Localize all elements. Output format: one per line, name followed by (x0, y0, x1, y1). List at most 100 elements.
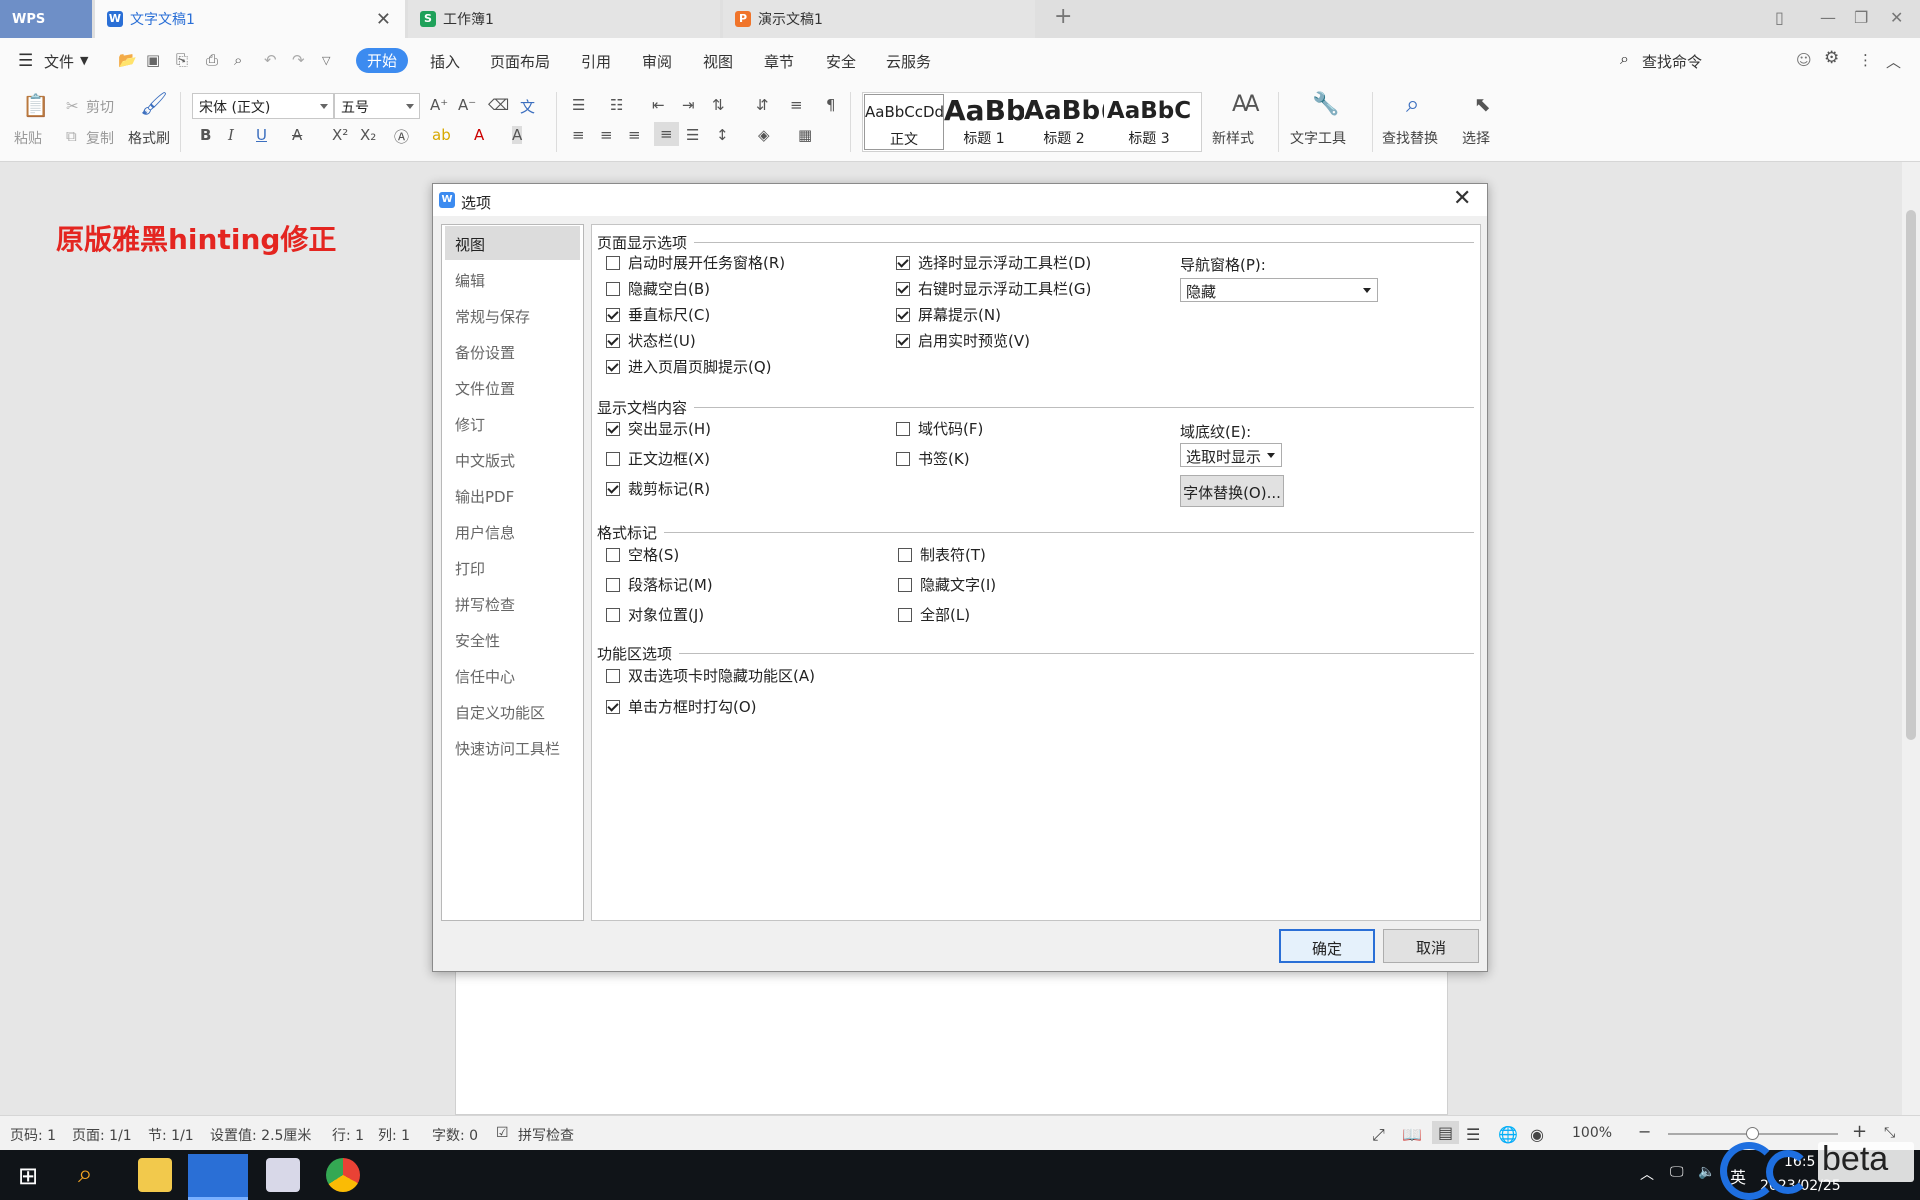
nav-security[interactable]: 安全性 (445, 622, 580, 656)
justify-icon[interactable]: ≡ (654, 122, 679, 146)
pinyin-icon[interactable]: 文 (520, 96, 535, 117)
font-name-select[interactable]: 宋体 (正文) (192, 93, 334, 119)
format-painter-icon[interactable]: 🖌 (140, 92, 168, 117)
border-icon[interactable]: ▦ (798, 126, 812, 144)
checkbox-float-toolbar-right-click[interactable]: 右键时显示浮动工具栏(G) (896, 278, 1091, 299)
field-shading-select[interactable]: 选取时显示 (1180, 443, 1282, 467)
nav-view[interactable]: 视图 (445, 226, 580, 260)
new-style-button[interactable]: 新样式 (1212, 128, 1254, 148)
bullets-icon[interactable]: ☰ (572, 96, 585, 114)
line-spacing-icon[interactable]: ↕ (716, 126, 729, 144)
font-color-icon[interactable]: A (474, 126, 484, 144)
grow-font-icon[interactable]: A⁺ (430, 96, 448, 114)
status-row[interactable]: 行: 1 (332, 1125, 364, 1145)
sort-icon[interactable]: ⇵ (756, 96, 769, 114)
checkbox-dblclick-hide-ribbon[interactable]: 双击选项卡时隐藏功能区(A) (606, 665, 815, 686)
eye-protection-icon[interactable]: ◉ (1530, 1125, 1544, 1144)
checkbox-tab-characters[interactable]: 制表符(T) (898, 544, 986, 565)
search-icon[interactable]: ⌕ (1620, 49, 1629, 69)
status-section[interactable]: 节: 1/1 (148, 1125, 194, 1145)
style-heading-3[interactable]: AaBbC 标题 3 (1106, 94, 1192, 150)
checkbox-field-codes[interactable]: 域代码(F) (896, 418, 983, 439)
nav-revisions[interactable]: 修订 (445, 406, 580, 440)
checkbox-hide-whitespace[interactable]: 隐藏空白(B) (606, 278, 710, 299)
tray-chevron-icon[interactable]: ︿ (1640, 1164, 1654, 1184)
fullscreen-icon[interactable]: ⤢ (1372, 1125, 1385, 1145)
paste-button[interactable]: 粘贴 (14, 128, 42, 148)
web-view-icon[interactable]: 🌐 (1498, 1125, 1518, 1144)
hamburger-icon[interactable]: ☰ (18, 51, 33, 71)
file-explorer-icon[interactable] (138, 1158, 172, 1192)
text-direction-icon[interactable]: ⇅ (712, 96, 725, 114)
checkbox-hidden-text[interactable]: 隐藏文字(I) (898, 574, 996, 595)
save-icon[interactable]: ▣ (146, 51, 160, 69)
magnifier-icon[interactable]: ⌕ (1406, 90, 1419, 118)
align-left-icon[interactable]: ≡ (572, 126, 585, 144)
checkbox-paragraph-marks[interactable]: 段落标记(M) (606, 574, 713, 595)
search-command[interactable]: 查找命令 (1642, 51, 1702, 72)
checkbox-text-boundaries[interactable]: 正文边框(X) (606, 448, 710, 469)
browser-icon[interactable] (326, 1158, 360, 1192)
find-replace-button[interactable]: 查找替换 (1382, 128, 1438, 148)
gear-icon[interactable]: ⚙ (1824, 48, 1839, 68)
shrink-font-icon[interactable]: A⁻ (458, 96, 476, 114)
text-effect-icon[interactable]: Ⓐ (394, 126, 409, 147)
scrollbar-thumb[interactable] (1906, 210, 1916, 740)
tab-writer-doc[interactable]: W 文字文稿1 ✕ (95, 0, 405, 38)
numbering-icon[interactable]: ☷ (610, 96, 623, 114)
nav-edit[interactable]: 编辑 (445, 262, 580, 296)
checkbox-bookmarks[interactable]: 书签(K) (896, 448, 970, 469)
style-heading-1[interactable]: AaBb 标题 1 (944, 94, 1024, 150)
new-style-icon[interactable]: Ꜳ (1232, 92, 1260, 117)
cut-icon[interactable]: ✂ (66, 97, 79, 115)
file-menu[interactable]: 文件 (44, 51, 74, 72)
wrench-icon[interactable]: 🔧 (1312, 92, 1339, 117)
print-preview-icon[interactable]: ⌕ (234, 51, 242, 69)
checkbox-status-bar[interactable]: 状态栏(U) (606, 330, 696, 351)
nav-file-location[interactable]: 文件位置 (445, 370, 580, 404)
print-icon[interactable]: ⎙ (206, 51, 218, 69)
restore-icon[interactable]: ❐ (1854, 8, 1868, 27)
wps-home-tab[interactable]: WPS (0, 0, 92, 38)
redo-icon[interactable]: ↷ (292, 51, 305, 69)
font-substitution-button[interactable]: 字体替换(O)... (1180, 475, 1284, 507)
checkbox-vertical-ruler[interactable]: 垂直标尺(C) (606, 304, 710, 325)
network-icon[interactable]: 🖵 (1670, 1164, 1684, 1180)
nav-print[interactable]: 打印 (445, 550, 580, 584)
collapse-ribbon-icon[interactable]: ︿ (1886, 51, 1901, 72)
char-shading-icon[interactable]: A (512, 126, 523, 144)
checkbox-show-all[interactable]: 全部(L) (898, 604, 970, 625)
copy-button[interactable]: 复制 (86, 128, 114, 148)
tab-presentation[interactable]: P 演示文稿1 (723, 0, 1035, 38)
text-tools-button[interactable]: 文字工具 (1290, 128, 1346, 148)
menu-references[interactable]: 引用 (581, 51, 611, 72)
nav-trust-center[interactable]: 信任中心 (445, 658, 580, 692)
menu-home[interactable]: 开始 (356, 48, 409, 73)
dialog-title-bar[interactable]: 选项 (433, 184, 1487, 216)
outline-view-icon[interactable]: ☰ (1466, 1125, 1480, 1144)
select-button[interactable]: 选择 (1462, 128, 1490, 148)
font-size-select[interactable]: 五号 (334, 93, 420, 119)
nav-export-pdf[interactable]: 输出PDF (445, 478, 580, 512)
tablet-mode-icon[interactable]: ▯ (1775, 8, 1784, 27)
nav-quick-access[interactable]: 快速访问工具栏 (445, 730, 580, 764)
distribute-icon[interactable]: ☰ (686, 126, 699, 144)
status-page-number[interactable]: 页码: 1 (10, 1125, 56, 1145)
nav-chinese-layout[interactable]: 中文版式 (445, 442, 580, 476)
menu-insert[interactable]: 插入 (430, 51, 460, 72)
status-setting[interactable]: 设置值: 2.5厘米 (210, 1125, 311, 1145)
feedback-icon[interactable]: ☺ (1796, 51, 1812, 69)
strikethrough-icon[interactable]: A (292, 126, 302, 144)
nav-customize-ribbon[interactable]: 自定义功能区 (445, 694, 580, 728)
volume-icon[interactable]: 🔈 (1698, 1164, 1715, 1180)
decrease-indent-icon[interactable]: ⇤ (652, 96, 665, 114)
checkbox-object-anchors[interactable]: 对象位置(J) (606, 604, 704, 625)
windows-start-icon[interactable]: ⊞ (18, 1162, 38, 1190)
search-icon[interactable]: ⌕ (78, 1159, 93, 1190)
menu-view[interactable]: 视图 (703, 51, 733, 72)
minimize-icon[interactable]: — (1820, 8, 1836, 27)
page-view-icon[interactable]: ▤ (1432, 1121, 1460, 1144)
bold-icon[interactable]: B (200, 126, 211, 144)
customize-toolbar-icon[interactable]: ▽ (322, 54, 330, 67)
nav-user-info[interactable]: 用户信息 (445, 514, 580, 548)
